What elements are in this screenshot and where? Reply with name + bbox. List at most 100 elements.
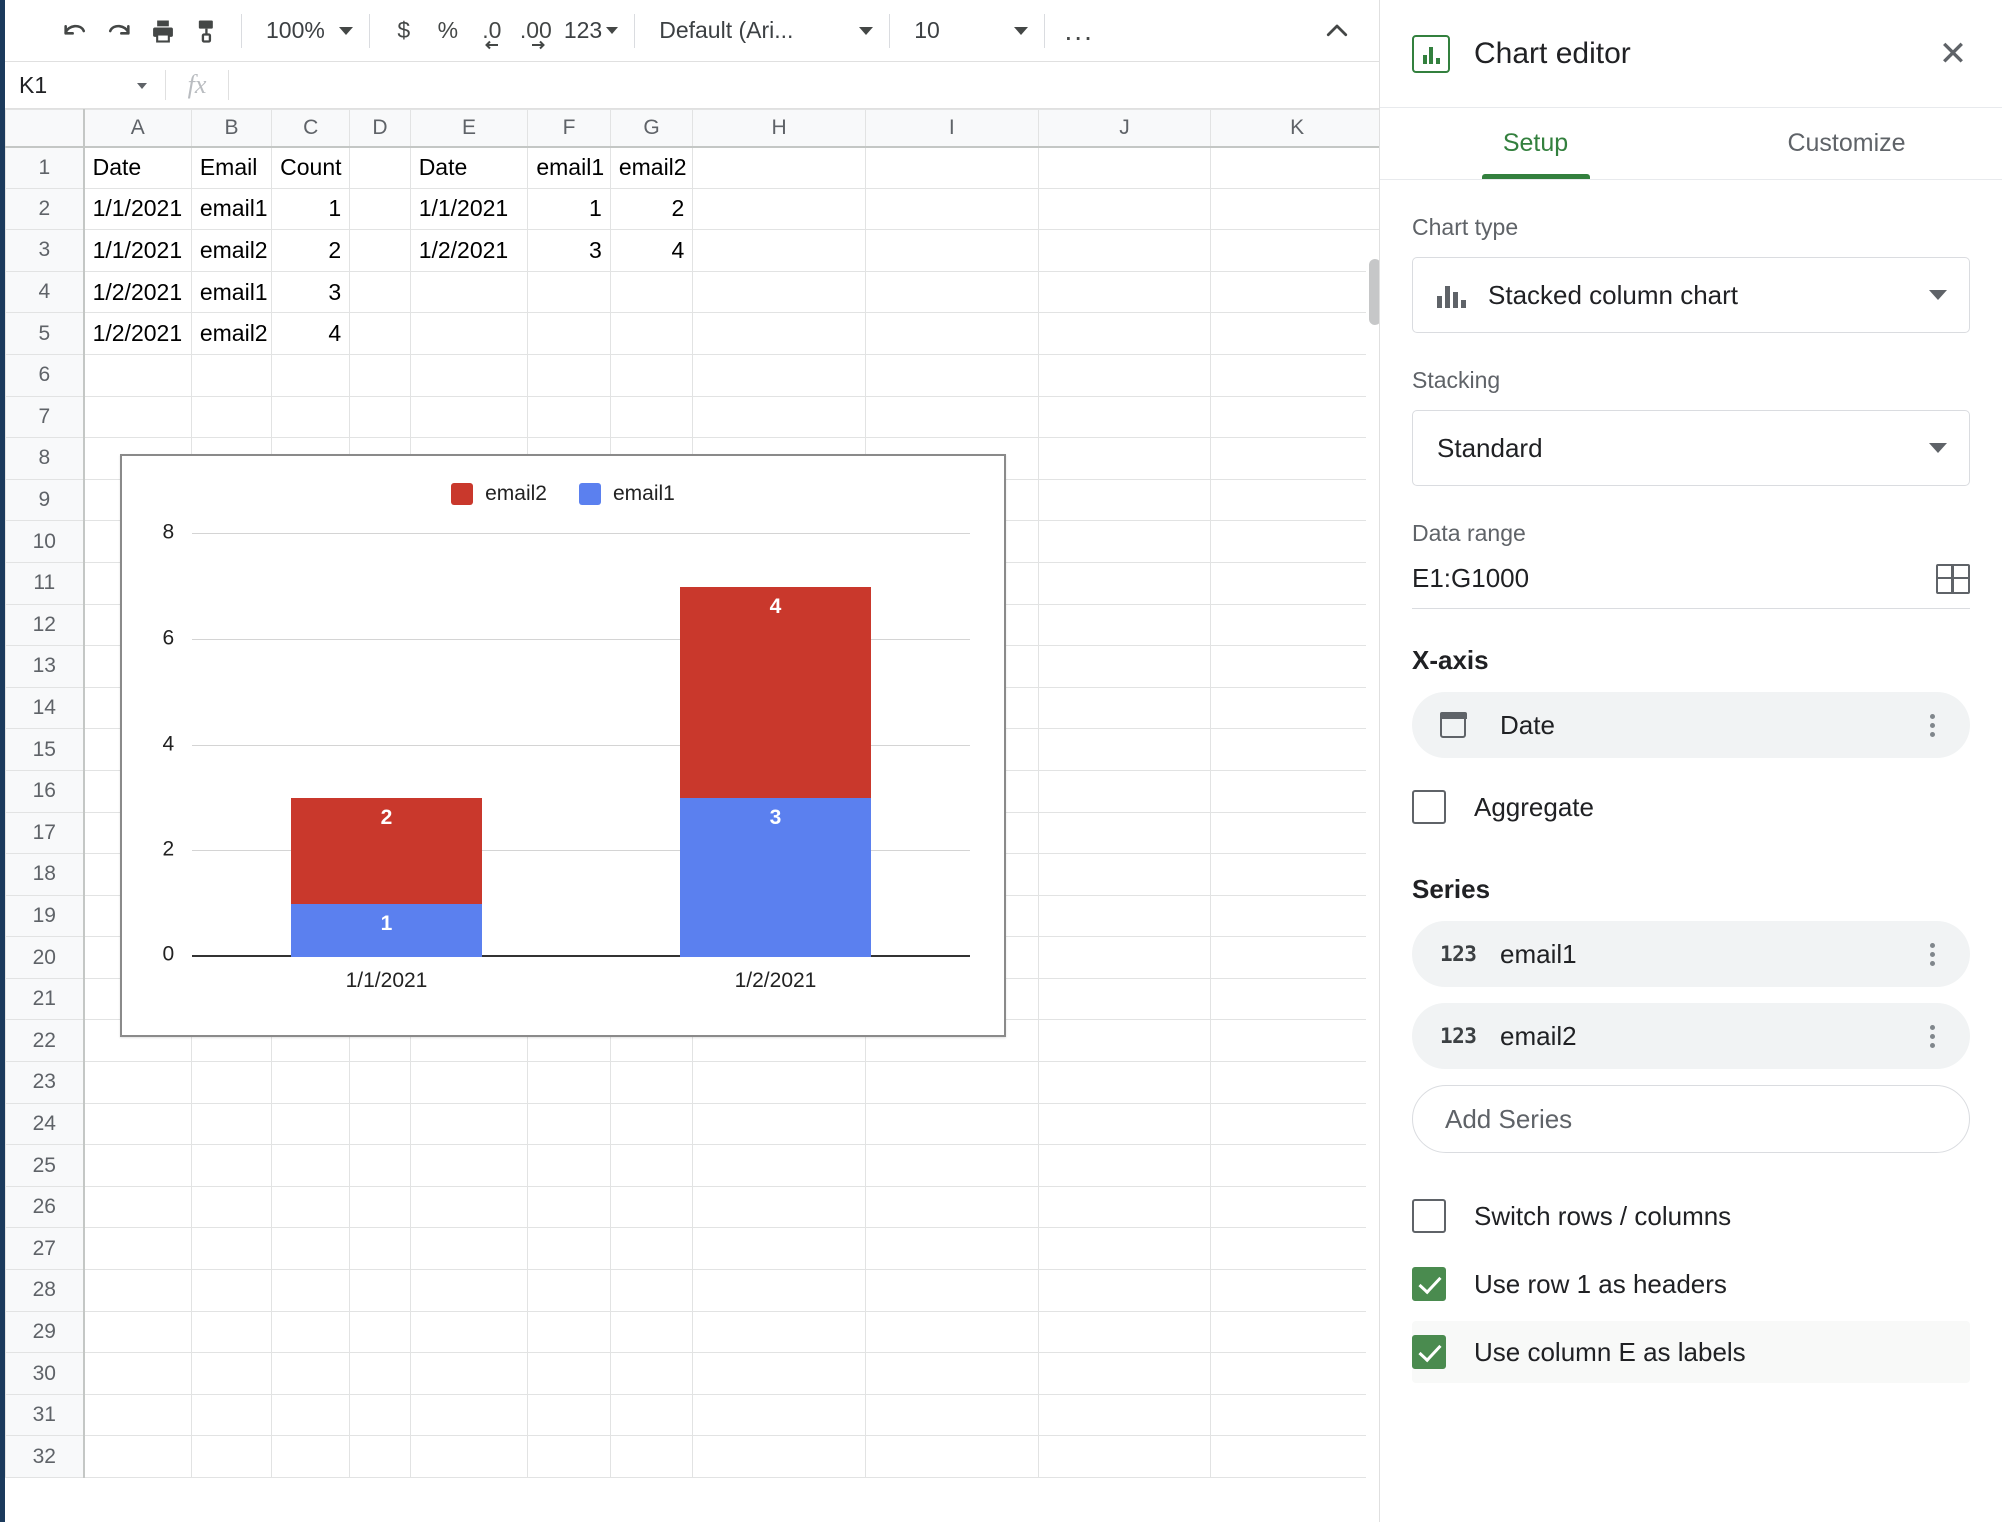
row-header-32[interactable]: 32: [5, 1435, 85, 1478]
cell-B27[interactable]: [190, 1227, 273, 1271]
cell-J3[interactable]: [1037, 229, 1212, 272]
cell-D2[interactable]: [349, 187, 411, 231]
cell-J28[interactable]: [1037, 1269, 1212, 1312]
cell-K14[interactable]: [1210, 686, 1379, 730]
cell-I32[interactable]: [864, 1435, 1039, 1478]
cell-C2[interactable]: 1: [271, 187, 351, 231]
cell-A5[interactable]: 1/2/2021: [83, 312, 192, 355]
row-header-20[interactable]: 20: [5, 936, 85, 979]
cell-I2[interactable]: [864, 187, 1039, 231]
cell-H29[interactable]: [692, 1310, 866, 1354]
column-header-c[interactable]: C: [271, 109, 351, 148]
cell-F3[interactable]: 3: [527, 229, 611, 272]
legend-item-email2[interactable]: email2: [451, 482, 547, 506]
cell-E2[interactable]: 1/1/2021: [409, 187, 529, 231]
cell-A23[interactable]: [83, 1061, 192, 1104]
cell-D26[interactable]: [349, 1185, 411, 1229]
cell-J14[interactable]: [1037, 686, 1212, 730]
undo-icon[interactable]: [53, 9, 97, 53]
cell-K3[interactable]: [1210, 229, 1379, 272]
chart-type-select[interactable]: Stacked column chart: [1412, 257, 1970, 333]
cell-F32[interactable]: [527, 1435, 611, 1478]
column-header-e[interactable]: E: [409, 109, 529, 148]
cell-D7[interactable]: [349, 395, 411, 439]
cell-J18[interactable]: [1037, 853, 1212, 896]
cell-H28[interactable]: [692, 1269, 866, 1312]
cell-G27[interactable]: [609, 1227, 694, 1271]
cell-I1[interactable]: [864, 146, 1039, 189]
column-header-f[interactable]: F: [527, 109, 611, 148]
row-header-8[interactable]: 8: [5, 437, 85, 480]
cell-J24[interactable]: [1037, 1102, 1212, 1146]
row-header-17[interactable]: 17: [5, 811, 85, 855]
cell-E31[interactable]: [409, 1393, 529, 1437]
cell-E1[interactable]: Date: [409, 146, 529, 189]
cell-A3[interactable]: 1/1/2021: [83, 229, 192, 272]
cell-G23[interactable]: [609, 1061, 694, 1104]
cell-A31[interactable]: [83, 1393, 192, 1437]
cell-J20[interactable]: [1037, 936, 1212, 979]
cell-B28[interactable]: [190, 1269, 273, 1312]
cell-G24[interactable]: [609, 1102, 694, 1146]
cell-I26[interactable]: [864, 1185, 1039, 1229]
cell-E27[interactable]: [409, 1227, 529, 1271]
cell-J1[interactable]: [1037, 146, 1212, 189]
cell-J32[interactable]: [1037, 1435, 1212, 1478]
close-icon[interactable]: ✕: [1930, 31, 1976, 77]
row-header-21[interactable]: 21: [5, 977, 85, 1021]
use-column-e-as-labels-row[interactable]: Use column E as labels: [1412, 1321, 1970, 1383]
row-header-6[interactable]: 6: [5, 353, 85, 397]
cell-C3[interactable]: 2: [271, 229, 351, 272]
cell-B7[interactable]: [190, 395, 273, 439]
cell-D24[interactable]: [349, 1102, 411, 1146]
name-box[interactable]: K1: [5, 62, 165, 108]
cell-B1[interactable]: Email: [190, 146, 273, 189]
cell-K12[interactable]: [1210, 603, 1379, 647]
cell-F28[interactable]: [527, 1269, 611, 1312]
cell-K11[interactable]: [1210, 561, 1379, 605]
use-row-1-as-headers-checkbox[interactable]: [1412, 1267, 1446, 1301]
cell-J27[interactable]: [1037, 1227, 1212, 1271]
cell-D4[interactable]: [349, 270, 411, 314]
cell-E28[interactable]: [409, 1269, 529, 1312]
legend-item-email1[interactable]: email1: [579, 482, 675, 506]
cell-G3[interactable]: 4: [609, 229, 694, 272]
cell-H24[interactable]: [692, 1102, 866, 1146]
cell-E6[interactable]: [409, 353, 529, 397]
chart-object[interactable]: email2 email1 0 2 4 6 8 1 2 1/1/2021 3 4 1/2/2021: [120, 454, 1006, 1037]
row-header-1[interactable]: 1: [5, 146, 85, 189]
cell-D5[interactable]: [349, 312, 411, 355]
print-icon[interactable]: [141, 9, 185, 53]
cell-H31[interactable]: [692, 1393, 866, 1437]
cell-C25[interactable]: [271, 1144, 351, 1187]
cell-A4[interactable]: 1/2/2021: [83, 270, 192, 314]
cell-D31[interactable]: [349, 1393, 411, 1437]
cell-A7[interactable]: [83, 395, 192, 439]
font-family-select[interactable]: Default (Ari...: [647, 9, 877, 53]
cell-K19[interactable]: [1210, 894, 1379, 938]
cell-H2[interactable]: [692, 187, 866, 231]
cell-A25[interactable]: [83, 1144, 192, 1187]
increase-decimal-button[interactable]: .00: [514, 9, 558, 53]
cell-A29[interactable]: [83, 1310, 192, 1354]
more-vert-icon[interactable]: [1912, 705, 1952, 745]
cell-J8[interactable]: [1037, 437, 1212, 480]
bar-segment-email2[interactable]: 4: [680, 586, 871, 799]
cell-G28[interactable]: [609, 1269, 694, 1312]
currency-format-button[interactable]: $: [382, 9, 426, 53]
cell-C23[interactable]: [271, 1061, 351, 1104]
cell-J10[interactable]: [1037, 520, 1212, 563]
cell-J21[interactable]: [1037, 977, 1212, 1021]
cell-D32[interactable]: [349, 1435, 411, 1478]
cell-E5[interactable]: [409, 312, 529, 355]
more-vert-icon[interactable]: [1912, 1016, 1952, 1056]
cell-B26[interactable]: [190, 1185, 273, 1229]
row-header-23[interactable]: 23: [5, 1061, 85, 1104]
bar-group-1/2/2021[interactable]: 3 4 1/2/2021: [680, 534, 871, 992]
cell-I7[interactable]: [864, 395, 1039, 439]
tab-setup[interactable]: Setup: [1380, 108, 1691, 179]
cell-K10[interactable]: [1210, 520, 1379, 563]
cell-J7[interactable]: [1037, 395, 1212, 439]
column-header-k[interactable]: K: [1210, 109, 1379, 148]
cell-F29[interactable]: [527, 1310, 611, 1354]
